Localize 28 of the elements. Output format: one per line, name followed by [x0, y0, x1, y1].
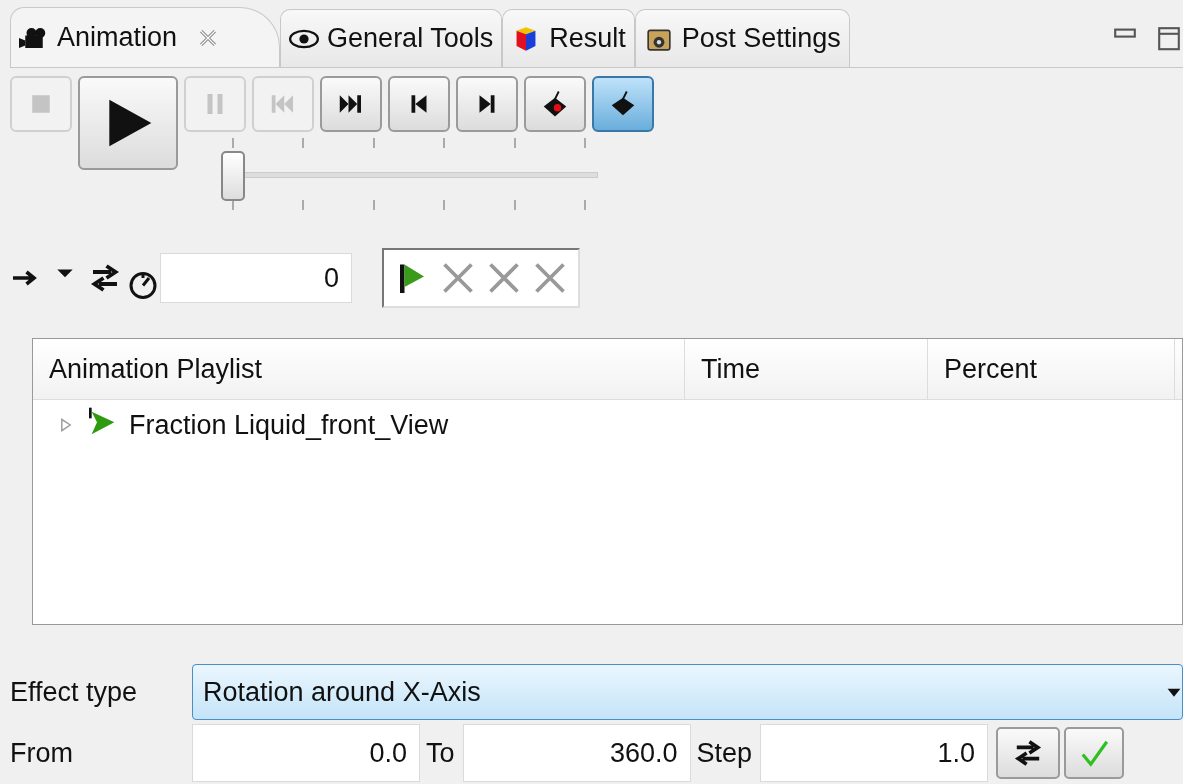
panel-tab[interactable]: Animation	[10, 7, 281, 67]
frame-field[interactable]: 0	[160, 253, 352, 303]
swap-button[interactable]	[996, 727, 1061, 779]
column-header[interactable]: Animation Playlist	[33, 339, 685, 399]
number-field[interactable]: 1.0	[760, 724, 989, 782]
number-field[interactable]: 0.0	[192, 724, 420, 782]
number-field[interactable]: 360.0	[462, 724, 691, 782]
column-header[interactable]: Percent	[928, 339, 1175, 399]
step-back-button[interactable]	[388, 76, 450, 132]
step-forward-button[interactable]	[456, 76, 518, 132]
column-header[interactable]: Time	[685, 339, 928, 399]
paint-button[interactable]	[592, 76, 654, 132]
effect-dropdown[interactable]: Rotation around X-Axis	[192, 664, 1183, 720]
swap-icon	[1014, 739, 1043, 767]
expand-icon[interactable]	[59, 418, 73, 432]
field-label: From	[10, 737, 74, 769]
field-label: To	[425, 737, 456, 769]
play-button[interactable]	[78, 76, 178, 170]
fast-forward-button[interactable]	[320, 76, 382, 132]
record-button[interactable]	[524, 76, 586, 132]
field-label: Effect type	[10, 676, 139, 708]
panel-tab[interactable]: Result	[502, 9, 635, 67]
stopwatch-icon	[128, 269, 158, 299]
swap-icon[interactable]	[90, 263, 120, 293]
panel-tab[interactable]: Post Settings	[634, 9, 850, 67]
field-label: Step	[695, 737, 754, 769]
playlist-item[interactable]: Fraction Liquid_front_View	[129, 409, 449, 441]
panel-tab[interactable]: General Tools	[280, 9, 503, 67]
